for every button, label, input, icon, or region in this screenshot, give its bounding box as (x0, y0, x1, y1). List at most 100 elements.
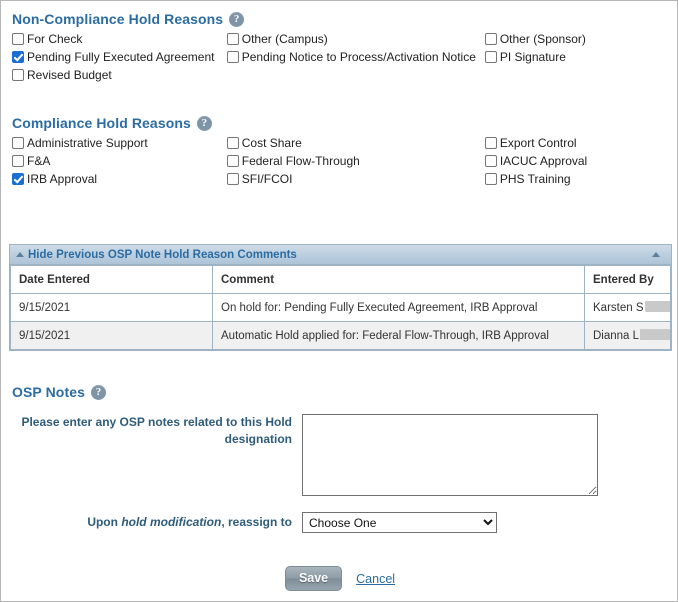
redaction-block (640, 329, 670, 340)
compliance-section: Compliance Hold Reasons ? Administrative… (12, 115, 672, 190)
table-header-row: Date Entered Comment Entered By (11, 266, 671, 294)
checkbox-pending-fully-executed-agreement[interactable] (12, 51, 24, 63)
checkbox-item-cost-share[interactable]: Cost Share (227, 136, 485, 150)
checkbox-label[interactable]: Revised Budget (27, 68, 112, 82)
checkbox-export-control[interactable] (485, 137, 497, 149)
checkbox-label[interactable]: Other (Sponsor) (500, 32, 586, 46)
checkbox-label[interactable]: Administrative Support (27, 136, 148, 150)
previous-comments-panel: Hide Previous OSP Note Hold Reason Comme… (9, 244, 672, 351)
non-compliance-heading: Non-Compliance Hold Reasons ? (12, 11, 672, 27)
checkbox-item-fa[interactable]: F&A (12, 154, 227, 168)
checkbox-label[interactable]: F&A (27, 154, 50, 168)
save-button[interactable]: Save (285, 566, 342, 591)
checkbox-label[interactable]: IACUC Approval (500, 154, 587, 168)
non-compliance-title: Non-Compliance Hold Reasons (12, 11, 223, 27)
cell-date-entered: 9/15/2021 (11, 294, 213, 322)
checkbox-row: Administrative Support Cost Share Export… (12, 136, 672, 154)
checkbox-label[interactable]: PI Signature (500, 50, 566, 64)
checkbox-for-check[interactable] (12, 33, 24, 45)
checkbox-other-sponsor[interactable] (485, 33, 497, 45)
help-icon[interactable]: ? (91, 385, 106, 400)
reassign-label: Upon hold modification, reassign to (12, 514, 302, 531)
osp-notes-textarea[interactable] (302, 414, 598, 496)
checkbox-item-sfi-fcoi[interactable]: SFI/FCOI (227, 172, 485, 186)
checkbox-label[interactable]: Export Control (500, 136, 577, 150)
checkbox-sfi-fcoi[interactable] (227, 173, 239, 185)
reassign-label-after: , reassign to (221, 515, 292, 529)
checkbox-label[interactable]: IRB Approval (27, 172, 97, 186)
table-row: 9/15/2021 On hold for: Pending Fully Exe… (11, 294, 671, 322)
checkbox-iacuc-approval[interactable] (485, 155, 497, 167)
checkbox-item-irb-approval[interactable]: IRB Approval (12, 172, 227, 186)
help-icon[interactable]: ? (197, 116, 212, 131)
checkbox-other-campus[interactable] (227, 33, 239, 45)
reassign-label-before: Upon (87, 515, 121, 529)
checkbox-item-pi-signature[interactable]: PI Signature (485, 50, 672, 64)
column-header-date-entered: Date Entered (11, 266, 213, 294)
checkbox-label[interactable]: Pending Notice to Process/Activation Not… (242, 50, 476, 64)
osp-notes-label: Please enter any OSP notes related to th… (12, 414, 302, 448)
checkbox-label[interactable]: For Check (27, 32, 82, 46)
checkbox-item-phs-training[interactable]: PHS Training (485, 172, 672, 186)
checkbox-item-iacuc-approval[interactable]: IACUC Approval (485, 154, 672, 168)
reassign-label-emphasis: hold modification (121, 515, 221, 529)
column-header-entered-by: Entered By (585, 266, 671, 294)
hold-reasons-form-page: Non-Compliance Hold Reasons ? For Check … (0, 0, 678, 602)
cell-comment: On hold for: Pending Fully Executed Agre… (213, 294, 585, 322)
osp-notes-field-row: Please enter any OSP notes related to th… (12, 414, 672, 496)
checkbox-item-revised-budget[interactable]: Revised Budget (12, 68, 230, 82)
checkbox-row: For Check Other (Campus) Other (Sponsor) (12, 32, 672, 50)
entered-by-visible-text: Karsten S (593, 302, 644, 314)
checkbox-item-for-check[interactable]: For Check (12, 32, 227, 46)
table-row: 9/15/2021 Automatic Hold applied for: Fe… (11, 322, 671, 350)
checkbox-item-other-sponsor[interactable]: Other (Sponsor) (485, 32, 672, 46)
checkbox-cost-share[interactable] (227, 137, 239, 149)
checkbox-irb-approval[interactable] (12, 173, 24, 185)
checkbox-pending-notice-to-process[interactable] (227, 51, 239, 63)
checkbox-label[interactable]: Federal Flow-Through (242, 154, 360, 168)
checkbox-pi-signature[interactable] (485, 51, 497, 63)
checkbox-fa[interactable] (12, 155, 24, 167)
compliance-title: Compliance Hold Reasons (12, 115, 191, 131)
entered-by-visible-text: Dianna L (593, 330, 639, 342)
osp-notes-section: OSP Notes ? Please enter any OSP notes r… (12, 384, 672, 533)
reassign-field-row: Upon hold modification, reassign to Choo… (12, 512, 672, 533)
redaction-block (645, 301, 671, 312)
checkbox-phs-training[interactable] (485, 173, 497, 185)
checkbox-item-administrative-support[interactable]: Administrative Support (12, 136, 227, 150)
checkbox-item-federal-flow-through[interactable]: Federal Flow-Through (227, 154, 485, 168)
checkbox-label[interactable]: PHS Training (500, 172, 571, 186)
checkbox-item-other-campus[interactable]: Other (Campus) (227, 32, 485, 46)
checkbox-administrative-support[interactable] (12, 137, 24, 149)
reassign-select[interactable]: Choose One (302, 512, 497, 533)
checkbox-federal-flow-through[interactable] (227, 155, 239, 167)
osp-notes-title: OSP Notes (12, 384, 85, 400)
checkbox-item-export-control[interactable]: Export Control (485, 136, 672, 150)
cell-entered-by: Karsten Sn (585, 294, 671, 322)
compliance-checkbox-grid: Administrative Support Cost Share Export… (12, 136, 672, 190)
cell-comment: Automatic Hold applied for: Federal Flow… (213, 322, 585, 350)
checkbox-item-pending-notice-to-process[interactable]: Pending Notice to Process/Activation Not… (227, 50, 485, 64)
osp-notes-heading: OSP Notes ? (12, 384, 672, 400)
cancel-link[interactable]: Cancel (356, 572, 395, 586)
column-header-comment: Comment (213, 266, 585, 294)
previous-comments-table: Date Entered Comment Entered By 9/15/202… (10, 265, 671, 350)
checkbox-label[interactable]: Pending Fully Executed Agreement (27, 50, 214, 64)
cell-entered-by: Dianna L (585, 322, 671, 350)
triangle-up-icon-right[interactable] (652, 252, 660, 257)
non-compliance-section: Non-Compliance Hold Reasons ? For Check … (12, 11, 672, 86)
checkbox-row: F&A Federal Flow-Through IACUC Approval (12, 154, 672, 172)
help-icon[interactable]: ? (229, 12, 244, 27)
checkbox-item-pending-fully-executed-agreement[interactable]: Pending Fully Executed Agreement (12, 50, 227, 64)
checkbox-revised-budget[interactable] (12, 69, 24, 81)
triangle-up-icon (16, 252, 24, 257)
checkbox-label[interactable]: Other (Campus) (242, 32, 328, 46)
form-footer: Save Cancel (1, 566, 678, 591)
checkbox-label[interactable]: SFI/FCOI (242, 172, 293, 186)
previous-comments-toggle[interactable]: Hide Previous OSP Note Hold Reason Comme… (10, 245, 671, 265)
checkbox-label[interactable]: Cost Share (242, 136, 302, 150)
checkbox-row: Revised Budget (12, 68, 672, 86)
previous-comments-toggle-label[interactable]: Hide Previous OSP Note Hold Reason Comme… (28, 249, 297, 261)
cell-date-entered: 9/15/2021 (11, 322, 213, 350)
non-compliance-checkbox-grid: For Check Other (Campus) Other (Sponsor)… (12, 32, 672, 86)
